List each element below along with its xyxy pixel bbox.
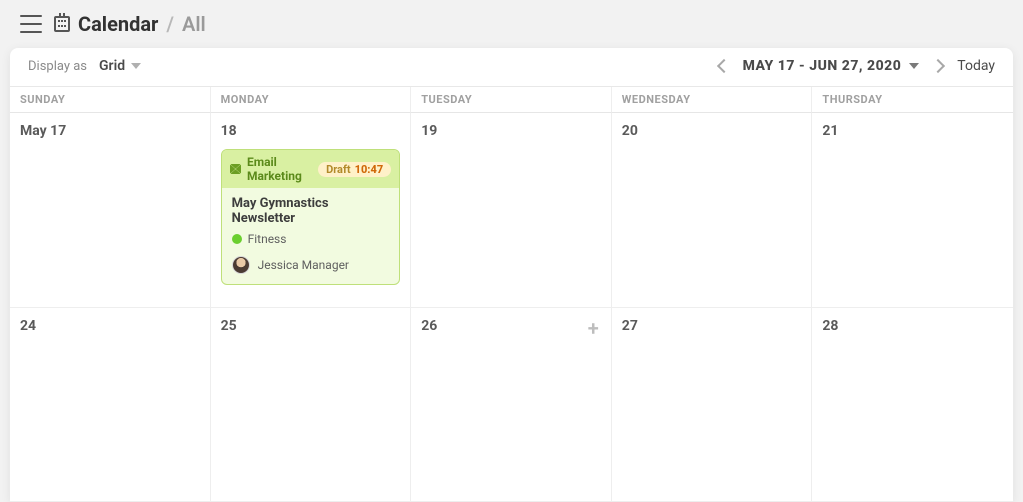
menu-icon[interactable] — [20, 15, 42, 33]
event-time: 10:47 — [355, 163, 384, 176]
event-status-badge: Draft 10:47 — [318, 162, 391, 177]
calendar-icon — [54, 16, 70, 32]
display-as-label: Display as — [28, 59, 87, 74]
event-header: Email Marketing Draft 10:47 — [222, 150, 400, 188]
day-number: May 17 — [20, 123, 200, 139]
prev-range-button[interactable] — [717, 59, 731, 73]
event-owner: Jessica Manager — [232, 256, 390, 274]
day-cell[interactable]: 18 Email Marketing Draft 10:47 — [211, 113, 412, 308]
day-cell[interactable]: 26 + — [411, 308, 612, 502]
day-number: 28 — [822, 318, 1003, 334]
day-number: 27 — [622, 318, 802, 334]
page-title-group: Calendar / All — [54, 12, 206, 36]
tag-color-dot — [232, 234, 242, 244]
next-range-button[interactable] — [931, 59, 945, 73]
weekday-header: TUESDAY — [411, 87, 612, 113]
weekday-header: SUNDAY — [10, 87, 211, 113]
day-number: 20 — [622, 123, 802, 139]
event-title: May Gymnastics Newsletter — [232, 196, 390, 226]
calendar-event[interactable]: Email Marketing Draft 10:47 May Gymnasti… — [221, 149, 401, 285]
topbar: Calendar / All — [0, 0, 1023, 48]
calendar-toolbar: Display as Grid MAY 17 - JUN 27, 2020 To… — [10, 48, 1013, 87]
day-cell[interactable]: 28 — [812, 308, 1013, 502]
event-owner-name: Jessica Manager — [258, 258, 349, 272]
envelope-icon — [230, 164, 241, 174]
chevron-down-icon — [131, 63, 141, 69]
today-button[interactable]: Today — [957, 58, 995, 74]
day-number: 24 — [20, 318, 200, 334]
week-row: May 17 18 Email Marketing Draft 10:47 — [10, 113, 1013, 308]
day-cell[interactable]: 24 — [10, 308, 211, 502]
add-event-button[interactable]: + — [588, 318, 599, 338]
day-cell[interactable]: 27 — [612, 308, 813, 502]
day-number: 18 — [221, 123, 401, 139]
date-range-label: MAY 17 - JUN 27, 2020 — [743, 58, 902, 74]
avatar — [232, 256, 250, 274]
day-cell[interactable]: May 17 — [10, 113, 211, 308]
calendar-grid: SUNDAY MONDAY TUESDAY WEDNESDAY THURSDAY… — [10, 87, 1013, 502]
event-body: May Gymnastics Newsletter Fitness Jessic… — [222, 188, 400, 284]
day-number: 25 — [221, 318, 401, 334]
day-cell[interactable]: 25 — [211, 308, 412, 502]
page-subtitle: All — [182, 12, 206, 36]
event-status: Draft — [326, 163, 351, 176]
event-tag-label: Fitness — [248, 232, 287, 246]
week-row: 24 25 26 + 27 28 — [10, 308, 1013, 502]
day-number: 19 — [421, 123, 601, 139]
day-cell[interactable]: 21 — [812, 113, 1013, 308]
page-title: Calendar — [78, 12, 158, 36]
event-channel: Email Marketing — [247, 155, 318, 183]
day-number: 26 — [421, 318, 601, 334]
breadcrumb-separator: / — [166, 12, 174, 36]
day-number: 21 — [822, 123, 1003, 139]
weekday-header: THURSDAY — [812, 87, 1013, 113]
weekday-header: WEDNESDAY — [612, 87, 813, 113]
display-as-select[interactable]: Grid — [99, 58, 141, 74]
day-cell[interactable]: 19 — [411, 113, 612, 308]
event-tag: Fitness — [232, 232, 390, 246]
display-as-value: Grid — [99, 58, 125, 74]
day-cell[interactable]: 20 — [612, 113, 813, 308]
chevron-down-icon — [909, 63, 919, 69]
weekday-header-row: SUNDAY MONDAY TUESDAY WEDNESDAY THURSDAY — [10, 87, 1013, 113]
weekday-header: MONDAY — [211, 87, 412, 113]
calendar-card: Display as Grid MAY 17 - JUN 27, 2020 To… — [10, 48, 1013, 502]
display-as-control[interactable]: Display as Grid — [28, 58, 141, 74]
calendar-nav: MAY 17 - JUN 27, 2020 Today — [719, 58, 995, 74]
date-range-picker[interactable]: MAY 17 - JUN 27, 2020 — [743, 58, 920, 74]
